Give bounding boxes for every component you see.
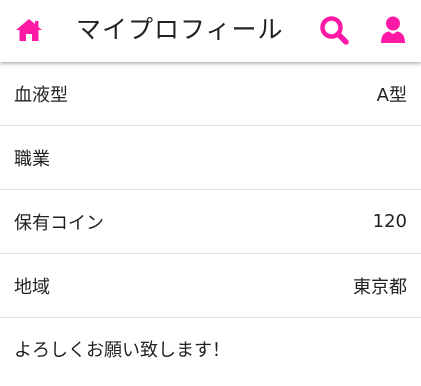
profile-row-occupation: 職業	[0, 126, 421, 190]
row-label: 血液型	[14, 84, 68, 106]
row-label: 職業	[14, 148, 50, 170]
home-button[interactable]	[14, 16, 44, 44]
page-title: マイプロフィール	[76, 15, 284, 44]
profile-row-region: 地域 東京都	[0, 254, 421, 318]
row-label: 保有コイン	[14, 212, 104, 234]
row-value: A型	[376, 84, 407, 106]
row-value: 東京都	[353, 276, 407, 298]
app-root: マイプロフィール 血液型 A型 職業 保有コイン 120 地域 東京都 よろしく…	[0, 0, 421, 386]
user-icon	[381, 16, 405, 43]
profile-list: 血液型 A型 職業 保有コイン 120 地域 東京都 よろしくお願い致します！	[0, 62, 421, 362]
row-value: 120	[372, 211, 407, 232]
profile-row-blood-type: 血液型 A型	[0, 62, 421, 126]
user-button[interactable]	[379, 15, 407, 45]
app-header: マイプロフィール	[0, 0, 421, 62]
profile-bio: よろしくお願い致します！	[14, 340, 230, 361]
profile-row-coins: 保有コイン 120	[0, 190, 421, 254]
search-button[interactable]	[318, 14, 350, 46]
search-icon	[320, 16, 349, 45]
row-label: 地域	[14, 276, 50, 298]
home-icon	[16, 19, 42, 41]
